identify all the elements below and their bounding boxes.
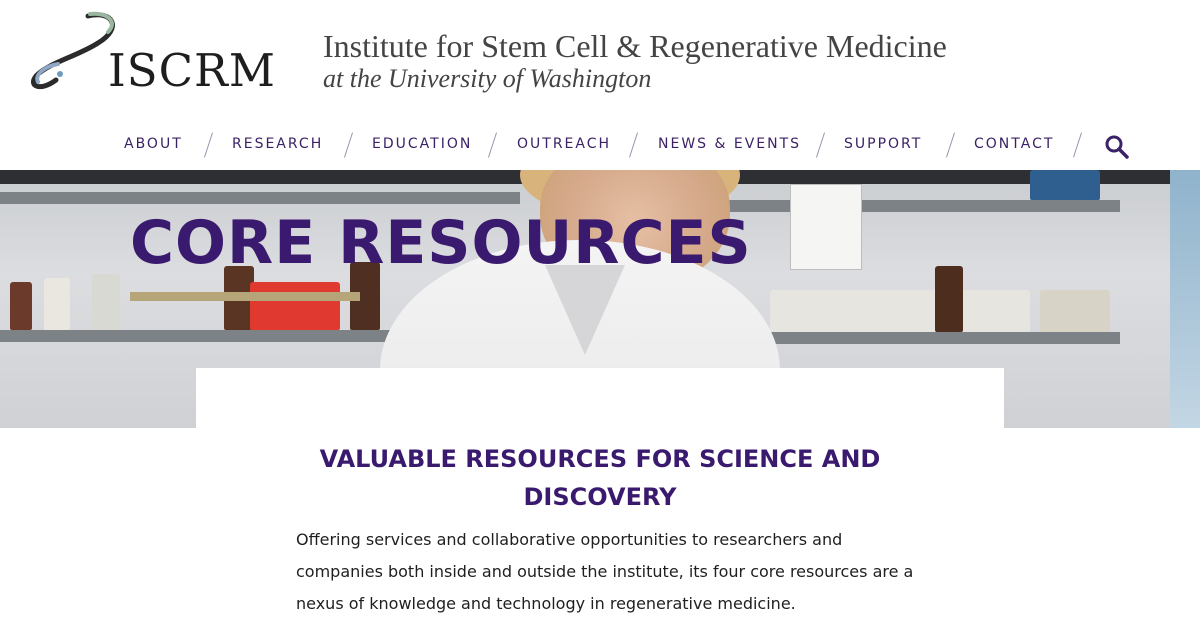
nav-support[interactable]: SUPPORT — [844, 136, 922, 152]
researcher-collar — [545, 265, 625, 355]
logo-wordmark: ISCRM — [108, 44, 276, 97]
lab-shelf — [740, 332, 1120, 344]
reagent-bottle — [92, 274, 120, 330]
nav-contact[interactable]: CONTACT — [974, 136, 1054, 152]
dna-helix-icon — [31, 11, 115, 90]
iscrm-logo[interactable]: ISCRM — [28, 8, 275, 98]
nav-divider — [946, 132, 955, 158]
reagent-bottle — [10, 282, 32, 330]
reagent-box — [250, 282, 340, 330]
nav-education[interactable]: EDUCATION — [372, 136, 472, 152]
main-nav: ABOUT RESEARCH EDUCATION OUTREACH NEWS &… — [0, 128, 1200, 162]
lab-window — [1170, 170, 1200, 428]
search-button[interactable] — [1104, 134, 1130, 160]
nav-divider — [629, 132, 638, 158]
nav-about[interactable]: ABOUT — [124, 136, 183, 152]
section-intro-text: Offering services and collaborative oppo… — [296, 530, 914, 613]
lab-shelf — [0, 330, 400, 342]
hero-title-underline — [130, 292, 360, 301]
site-title[interactable]: Institute for Stem Cell & Regenerative M… — [323, 28, 947, 65]
nav-divider — [488, 132, 497, 158]
lab-shelf — [0, 192, 520, 204]
nav-outreach[interactable]: OUTREACH — [517, 136, 611, 152]
lab-supplies — [1040, 290, 1110, 332]
reagent-bottle — [44, 278, 70, 330]
nav-research[interactable]: RESEARCH — [232, 136, 323, 152]
hero-title: CORE RESOURCES — [130, 208, 752, 278]
nav-divider — [816, 132, 825, 158]
nav-divider — [344, 132, 353, 158]
blue-box — [1030, 170, 1100, 200]
site-subtitle: at the University of Washington — [323, 64, 652, 93]
lab-notice — [790, 184, 862, 270]
search-icon — [1105, 135, 1129, 159]
section-heading: VALUABLE RESOURCES FOR SCIENCE AND DISCO… — [319, 445, 881, 511]
reagent-bottle — [935, 266, 963, 332]
nav-news-events[interactable]: NEWS & EVENTS — [658, 136, 801, 152]
nav-divider — [1073, 132, 1082, 158]
lab-supplies — [770, 290, 1030, 332]
lab-shelf — [700, 200, 1120, 212]
nav-divider — [204, 132, 213, 158]
